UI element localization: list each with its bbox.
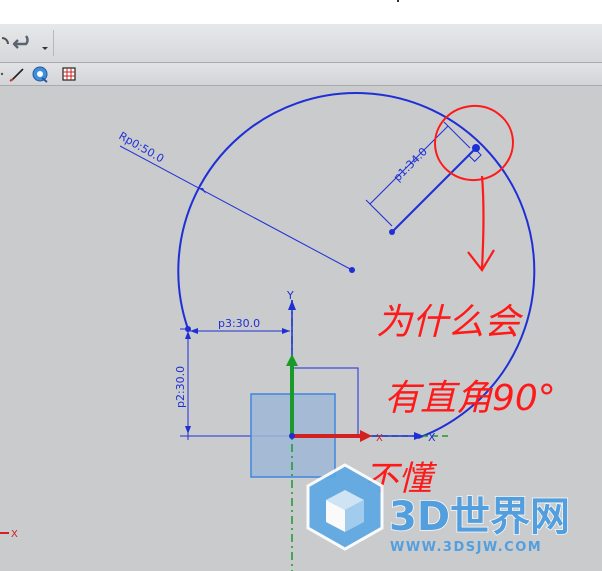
annotation-arrowhead [467,249,495,272]
p1-extension-b [443,121,471,149]
line-endpoint[interactable] [389,229,395,235]
p1-dimension-label[interactable]: p1:34.0 [391,145,430,184]
radius-dimension-label[interactable]: Rp0:50.0 [117,129,167,165]
p3-arrow-right [282,328,290,334]
sketch-canvas[interactable]: Rp0:50.0 p1:34.0 p3:30.0 p2:30.0 Y X X X [0,86,602,571]
x-axis-arrow [414,432,424,440]
dropdown-arrow-icon[interactable] [40,40,50,52]
toolbar-handle [0,65,6,83]
toolbar-separator [53,30,54,56]
annotation-line-2: 有直角90° [384,378,556,419]
p2-arrow-bottom [185,426,191,434]
x-axis-label: X [428,431,436,444]
csys-x-label: X [376,433,383,444]
title-strip [0,0,602,24]
csys-y-head [286,354,298,366]
view-triad-x-label: X [11,529,18,540]
watermark-url: WWW.3DSJW.COM [390,540,542,555]
watermark: 3D世界网 WWW.3DSJW.COM [306,463,571,555]
p2-dimension-label[interactable]: p2:30.0 [174,366,187,408]
line-tool-icon[interactable] [8,65,28,83]
csys-x-head [360,430,372,442]
radius-leader [119,145,353,271]
undo-icon[interactable] [12,32,36,54]
p2-arrow-top [185,331,191,339]
sketch-toolbar [0,63,602,86]
cursor-dot [397,0,399,2]
p3-dimension-label[interactable]: p3:30.0 [218,317,260,330]
view-orient-icon[interactable] [30,64,50,84]
watermark-title: 3D世界网 [389,494,570,540]
origin-point[interactable] [289,433,295,439]
main-toolbar [0,24,602,63]
annotation-arrow-shaft [480,175,485,269]
p1-extension-a [365,199,393,227]
grid-icon[interactable] [60,65,78,83]
handwritten-annotation: 为什么会 有直角90° 不懂 [364,104,556,499]
annotation-line-1: 为什么会 [376,302,524,343]
y-axis-label: Y [286,289,294,302]
p3-arrow-left [190,328,198,334]
redo-partial-icon[interactable] [0,32,10,54]
